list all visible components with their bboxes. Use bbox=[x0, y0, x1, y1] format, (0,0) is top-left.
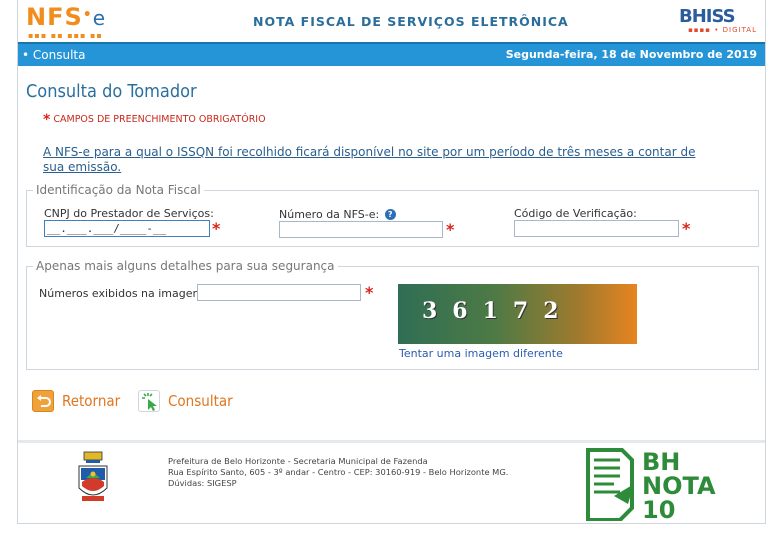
brand-sub: ▪▪▪▪ • DIGITAL bbox=[688, 26, 757, 34]
invoice-identification-legend: Identificação da Nota Fiscal bbox=[36, 183, 201, 197]
footer-line-2: Rua Espírito Santo, 605 - 3º andar - Cen… bbox=[168, 467, 509, 477]
page-frame: NFS•e ▪▪▪ ▪▪ ▪▪▪ ▪▪ NOTA FISCAL DE SERVI… bbox=[17, 0, 766, 524]
logo-e: e bbox=[92, 6, 106, 30]
captcha-image: 36172 bbox=[398, 284, 637, 344]
cnpj-required-icon: * bbox=[212, 219, 221, 238]
footer-line-3: Dúvidas: SIGESP bbox=[168, 478, 237, 488]
badge-10: 10 bbox=[642, 496, 675, 521]
header-title: NOTA FISCAL DE SERVIÇOS ELETRÔNICA bbox=[253, 14, 569, 29]
required-fields-note: * CAMPOS DE PREENCHIMENTO OBRIGATÓRIO bbox=[43, 112, 266, 128]
page-title: Consulta do Tomador bbox=[26, 81, 197, 102]
footer-address: Prefeitura de Belo Horizonte - Secretari… bbox=[168, 456, 508, 489]
captcha-label: Números exibidos na imagem: bbox=[39, 287, 207, 300]
logo-dots-decoration: ▪▪▪ ▪▪ ▪▪▪ ▪▪ bbox=[28, 31, 103, 40]
nfse-required-icon: * bbox=[446, 220, 455, 239]
back-button-label: Retornar bbox=[62, 392, 121, 410]
city-crest-logo bbox=[74, 450, 112, 508]
required-note-text: CAMPOS DE PREENCHIMENTO OBRIGATÓRIO bbox=[53, 114, 266, 125]
security-fieldset: Apenas mais alguns detalhes para sua seg… bbox=[26, 259, 759, 370]
bh-nota-10-logo: BH NOTA 10 bbox=[584, 446, 724, 524]
verification-code-label: Código de Verificação: bbox=[514, 207, 637, 220]
captcha-digits: 36172 bbox=[422, 298, 574, 324]
captcha-input[interactable] bbox=[197, 284, 361, 301]
breadcrumb[interactable]: • Consulta bbox=[22, 48, 85, 62]
security-legend: Apenas mais alguns detalhes para sua seg… bbox=[36, 259, 335, 273]
current-date: Segunda-feira, 18 de Novembro de 2019 bbox=[505, 48, 757, 61]
nav-bar: • Consulta Segunda-feira, 18 de Novembro… bbox=[18, 42, 765, 66]
back-button[interactable]: Retornar bbox=[32, 388, 120, 414]
cnpj-input[interactable]: __.___.___/____-__ bbox=[44, 220, 210, 237]
nfse-number-label: Número da NFS-e: ? bbox=[279, 208, 396, 221]
nfse-logo: NFS•e ▪▪▪ ▪▪ ▪▪▪ ▪▪ bbox=[26, 3, 106, 40]
search-button-label: Consultar bbox=[168, 392, 233, 410]
code-required-icon: * bbox=[682, 219, 691, 238]
pointer-click-icon bbox=[138, 390, 160, 412]
footer-divider bbox=[18, 440, 765, 443]
logo-text: NFS bbox=[26, 3, 83, 31]
retention-info-link[interactable]: A NFS-e para a qual o ISSQN foi recolhid… bbox=[43, 145, 713, 175]
captcha-refresh-link[interactable]: Tentar uma imagem diferente bbox=[399, 347, 563, 360]
footer-line-1: Prefeitura de Belo Horizonte - Secretari… bbox=[168, 456, 428, 466]
nfse-number-input[interactable] bbox=[279, 221, 443, 238]
search-button[interactable]: Consultar bbox=[138, 388, 233, 414]
required-star-icon: * bbox=[43, 112, 51, 128]
help-icon[interactable]: ? bbox=[384, 209, 396, 220]
back-arrow-icon bbox=[32, 390, 54, 412]
verification-code-input[interactable] bbox=[514, 220, 679, 237]
header: NFS•e ▪▪▪ ▪▪ ▪▪▪ ▪▪ NOTA FISCAL DE SERVI… bbox=[18, 0, 765, 42]
brand-text: BHISS bbox=[679, 6, 736, 27]
bhiss-logo: BHISS ▪▪▪▪ • DIGITAL bbox=[679, 6, 757, 36]
cnpj-label: CNPJ do Prestador de Serviços: bbox=[44, 207, 214, 220]
captcha-required-icon: * bbox=[365, 283, 374, 302]
